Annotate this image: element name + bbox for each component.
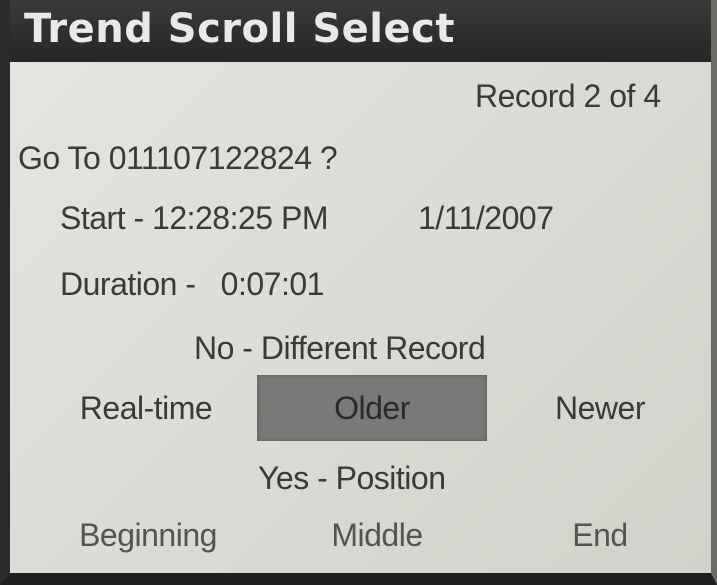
newer-button[interactable]: Newer bbox=[500, 375, 700, 441]
record-counter: Record 2 of 4 bbox=[475, 78, 661, 114]
duration: Duration - 0:07:01 bbox=[60, 266, 324, 302]
trend-scroll-select-screen: Trend Scroll Select Record 2 of 4 Go To … bbox=[0, 0, 717, 585]
start-date: 1/11/2007 bbox=[418, 200, 554, 236]
window-title: Trend Scroll Select bbox=[24, 6, 455, 52]
end-button[interactable]: End bbox=[500, 502, 700, 568]
beginning-button[interactable]: Beginning bbox=[38, 502, 258, 568]
no-different-record-heading: No - Different Record bbox=[194, 330, 486, 366]
title-bar: Trend Scroll Select bbox=[10, 0, 711, 62]
realtime-button[interactable]: Real-time bbox=[46, 375, 246, 441]
start-time: Start - 12:28:25 PM bbox=[60, 200, 328, 236]
goto-prompt: Go To 011107122824 ? bbox=[18, 140, 338, 176]
older-button[interactable]: Older bbox=[257, 375, 487, 441]
yes-position-heading: Yes - Position bbox=[258, 460, 446, 496]
middle-button[interactable]: Middle bbox=[272, 502, 482, 568]
